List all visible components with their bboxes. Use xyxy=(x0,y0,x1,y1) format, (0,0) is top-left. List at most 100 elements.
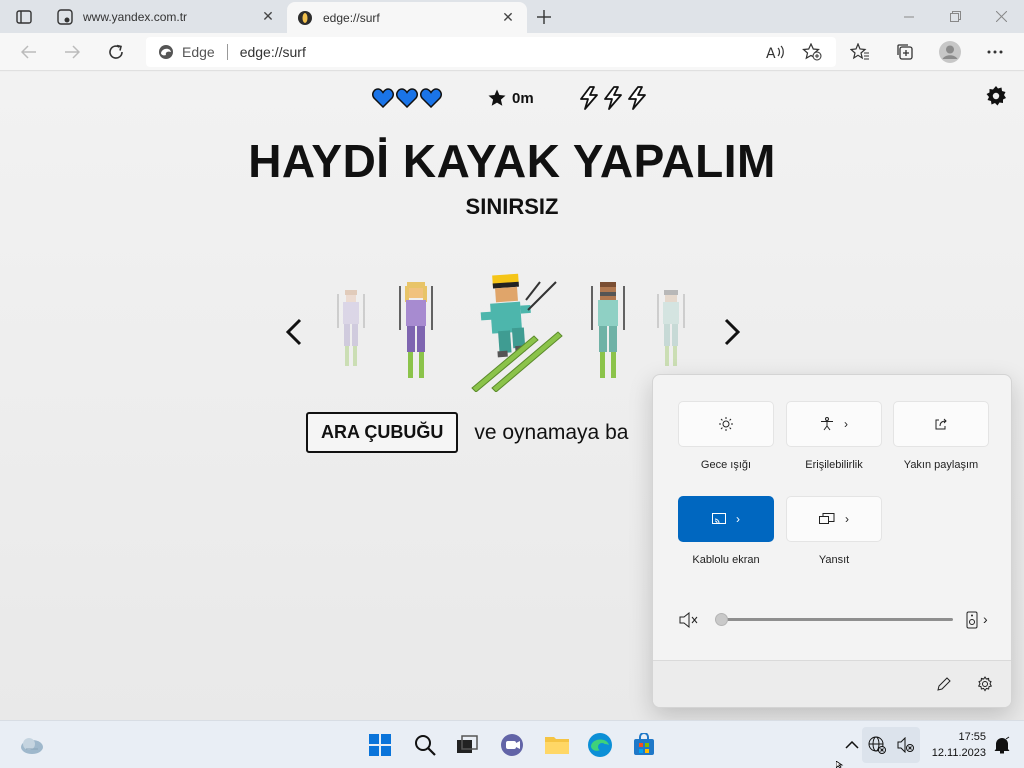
favorites-button[interactable] xyxy=(845,37,875,67)
back-arrow-icon xyxy=(21,45,36,59)
speaker-muted-icon[interactable] xyxy=(679,612,699,628)
chevron-left-icon xyxy=(286,318,302,346)
surf-favicon-icon xyxy=(297,10,313,26)
night-light-label: Gece ışığı xyxy=(700,459,752,471)
settings-more-button[interactable] xyxy=(980,37,1010,67)
address-separator xyxy=(226,44,228,60)
speaker-muted-icon xyxy=(897,737,914,753)
start-hint: ARA ÇUBUĞU ve oynamaya ba xyxy=(306,412,628,453)
brightness-icon xyxy=(719,417,733,431)
lives-indicator xyxy=(372,88,442,108)
volume-thumb[interactable] xyxy=(715,613,728,626)
next-character-button[interactable] xyxy=(718,314,746,350)
game-title: HAYDİ KAYAK YAPALIM xyxy=(248,135,776,187)
clock[interactable]: 17:55 12.11.2023 xyxy=(922,729,986,761)
edit-pencil-icon[interactable] xyxy=(936,676,952,692)
chevron-right-icon: › xyxy=(844,417,848,431)
forward-button[interactable] xyxy=(57,37,87,67)
audio-output-icon[interactable] xyxy=(966,611,978,629)
game-hud: 0m xyxy=(372,86,648,110)
chevron-right-icon[interactable]: › xyxy=(983,611,988,627)
search-icon xyxy=(415,735,436,756)
close-window-button[interactable] xyxy=(978,0,1024,33)
collections-button[interactable] xyxy=(890,37,920,67)
quick-settings-footer xyxy=(653,660,1011,707)
mouse-cursor-icon xyxy=(836,761,844,768)
profile-button[interactable] xyxy=(935,37,965,67)
search-button[interactable] xyxy=(409,729,441,761)
new-tab-button[interactable] xyxy=(533,6,555,28)
heart-icon xyxy=(372,88,394,108)
address-bar[interactable]: Edge edge://surf xyxy=(146,37,836,67)
accessibility-icon xyxy=(821,417,833,431)
chat-button[interactable] xyxy=(496,729,528,761)
refresh-button[interactable] xyxy=(101,37,131,67)
weather-widget[interactable] xyxy=(16,729,48,761)
start-button[interactable] xyxy=(364,729,396,761)
back-button[interactable] xyxy=(14,37,44,67)
quick-settings-panel: › Gece ışığı Erişilebilirlik Yakın payla… xyxy=(652,374,1012,708)
yandex-favicon-icon xyxy=(57,8,73,25)
restore-icon xyxy=(949,11,961,22)
task-view-button[interactable] xyxy=(451,729,483,761)
project-icon xyxy=(819,513,835,524)
address-chip: Edge xyxy=(182,44,215,60)
chevron-right-icon xyxy=(724,318,740,346)
tab-close-icon[interactable]: ✕ xyxy=(259,8,277,26)
character-option[interactable] xyxy=(396,280,436,380)
taskbar: 17:55 12.11.2023 xyxy=(0,720,1024,768)
chevron-right-icon: › xyxy=(845,512,849,526)
tab-close-icon[interactable]: ✕ xyxy=(499,9,517,27)
tab-yandex[interactable]: www.yandex.com.tr ✕ xyxy=(47,0,288,33)
start-hint-text: ve oynamaya ba xyxy=(474,420,629,444)
folder-icon xyxy=(545,737,569,754)
prev-character-button[interactable] xyxy=(280,314,308,350)
svg-text:A: A xyxy=(766,46,776,60)
favorites-icon xyxy=(850,43,869,60)
network-globe-icon xyxy=(868,736,886,754)
distance-value: 0m xyxy=(512,89,534,107)
task-view-icon xyxy=(457,735,478,753)
chevron-right-icon: › xyxy=(736,512,740,526)
minimize-button[interactable] xyxy=(886,0,932,33)
close-icon xyxy=(995,11,1007,22)
character-option[interactable] xyxy=(334,288,368,370)
settings-gear-icon[interactable] xyxy=(977,676,993,692)
heart-icon xyxy=(396,88,418,108)
game-settings-gear-icon[interactable] xyxy=(986,86,1006,106)
forward-arrow-icon xyxy=(65,45,80,59)
notifications-button[interactable] xyxy=(986,729,1018,761)
volume-slider[interactable] xyxy=(715,613,995,627)
browser-toolbar: Edge edge://surf A xyxy=(0,33,1024,71)
game-mode-label: SINIRSIZ xyxy=(465,194,559,219)
lightning-bolt-icon xyxy=(627,86,646,110)
tab-actions-button[interactable] xyxy=(10,7,38,27)
nearby-sharing-toggle[interactable] xyxy=(893,401,989,447)
add-favorite-button[interactable] xyxy=(797,37,827,67)
character-option[interactable] xyxy=(654,288,688,370)
read-aloud-button[interactable]: A xyxy=(761,37,791,67)
refresh-icon xyxy=(109,44,123,59)
windows-logo-icon xyxy=(369,734,391,756)
tab-title: www.yandex.com.tr xyxy=(83,9,188,24)
file-explorer-button[interactable] xyxy=(541,729,573,761)
tab-surf[interactable]: edge://surf ✕ xyxy=(287,2,527,33)
weather-icon xyxy=(21,738,43,754)
accessibility-toggle[interactable]: › xyxy=(786,401,882,447)
character-option[interactable] xyxy=(588,280,628,380)
edge-taskbar-button[interactable] xyxy=(584,729,616,761)
project-toggle[interactable]: › xyxy=(786,496,882,542)
plus-icon xyxy=(537,10,551,24)
lightning-bolt-icon xyxy=(579,86,598,110)
notification-bell-icon xyxy=(994,736,1010,754)
nearby-sharing-label: Yakın paylaşım xyxy=(903,459,979,471)
more-icon xyxy=(987,50,1003,54)
night-light-toggle[interactable] xyxy=(678,401,774,447)
cast-toggle[interactable]: › xyxy=(678,496,774,542)
edge-browser-icon xyxy=(588,733,612,757)
tab-strip: www.yandex.com.tr ✕ edge://surf ✕ xyxy=(0,0,1024,33)
restore-button[interactable] xyxy=(932,0,978,33)
network-volume-button[interactable] xyxy=(862,727,920,763)
store-button[interactable] xyxy=(628,729,660,761)
chevron-up-icon xyxy=(845,741,859,749)
